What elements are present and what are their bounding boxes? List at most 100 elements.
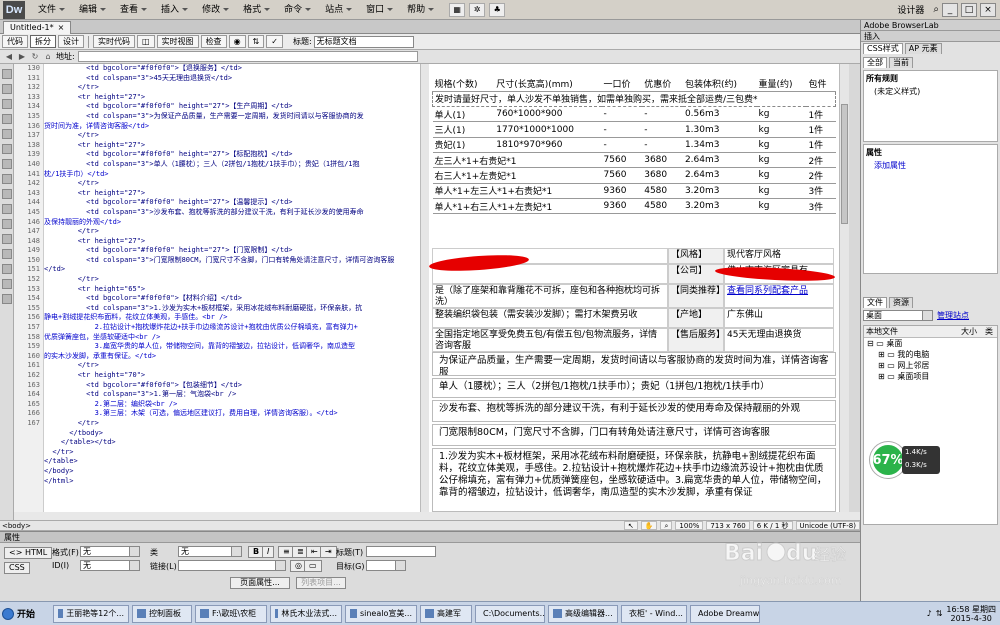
code-line[interactable]: 2.第二层：编织袋<br /> <box>44 400 420 410</box>
taskbar-item[interactable]: Adobe Dreamw... <box>690 604 760 623</box>
code-line[interactable]: <tr height="27"> <box>44 141 420 151</box>
class-select[interactable]: 无 <box>178 546 242 557</box>
move-css-icon[interactable] <box>2 249 12 259</box>
code-line[interactable]: <td colspan="3">沙发布套、抱枕等拆洗的部分建议干洗，有利于延长沙… <box>44 208 420 218</box>
menu-site[interactable]: 站点 <box>318 0 359 20</box>
taskbar-item[interactable]: 衣柜' - Wind... <box>621 604 687 623</box>
code-line[interactable]: <td colspan="3">45天无理由退换货</td> <box>44 74 420 84</box>
code-line[interactable]: <td colspan="3">1.沙发为实木+板材框架，采用冰花绒布料耐磨硬挺… <box>44 304 420 314</box>
code-line[interactable]: <td colspan="3">门宽限制80CM，门宽尺寸不含脚，门口有转角处请… <box>44 256 420 266</box>
tag-selector[interactable]: <body> <box>2 522 31 530</box>
word-wrap-icon[interactable] <box>2 174 12 184</box>
code-line[interactable]: 3.扁宽华贵的单人位，带储物空间，靠背的褶皱边，拉钻设计，低调奢华，南瓜造型 <box>44 342 420 352</box>
tab-ap-elements[interactable]: AP 元素 <box>904 43 942 54</box>
close-button[interactable]: × <box>980 2 996 17</box>
code-line[interactable]: </tbody> <box>44 429 420 439</box>
home-icon[interactable]: ⌂ <box>43 52 53 62</box>
minimize-button[interactable]: _ <box>942 2 958 17</box>
code-line[interactable]: <tr height="65"> <box>44 285 420 295</box>
network-icon[interactable]: ⇅ <box>936 609 943 618</box>
code-line[interactable]: <td bgcolor="#f0f0f0" height="27">【标配抱枕】… <box>44 150 420 160</box>
layout-icon[interactable]: ▦ <box>449 2 466 17</box>
taskbar-item[interactable]: 王丽艳等12个... <box>53 604 129 623</box>
site-icon[interactable]: ♣ <box>489 2 506 17</box>
expand-all-icon[interactable] <box>2 99 12 109</box>
tree-item-my-computer[interactable]: ⊞ ▭ 我的电脑 <box>864 349 997 360</box>
address-input[interactable] <box>77 51 418 62</box>
code-line[interactable]: <td bgcolor="#f0f0f0" height="27">【温馨提示】… <box>44 198 420 208</box>
tab-current[interactable]: 当前 <box>889 57 913 68</box>
scrollbar-thumb[interactable] <box>841 104 848 224</box>
file-manage-icon[interactable]: ⇅ <box>247 35 265 48</box>
css-mode-button[interactable]: CSS <box>4 562 30 574</box>
code-line[interactable]: <td colspan="3">1.第一层：气泡袋<br /> <box>44 390 420 400</box>
tree-item-network[interactable]: ⊞ ▭ 网上邻居 <box>864 360 997 371</box>
menu-format[interactable]: 格式 <box>236 0 277 20</box>
format-select[interactable]: 无 <box>80 546 140 557</box>
code-line[interactable]: 静电+割绒提花织布面料，花纹立体美观，手感佳。<br /> <box>44 313 420 323</box>
menu-commands[interactable]: 命令 <box>277 0 318 20</box>
size-header[interactable]: 大小 <box>961 326 985 337</box>
volume-icon[interactable]: ♪ <box>927 609 932 618</box>
code-line[interactable]: <tr height="27"> <box>44 189 420 199</box>
code-line[interactable]: <td colspan="3">单人（1腰枕）；三人（2拼包/1抱枕/1扶手巾）… <box>44 160 420 170</box>
indent-icon[interactable] <box>2 264 12 274</box>
code-line[interactable]: </tr> <box>44 131 420 141</box>
design-scrollbar[interactable] <box>839 64 849 512</box>
network-gauge[interactable]: 67% <box>870 442 906 478</box>
code-line[interactable]: 货时间为准，详情咨询客服</td> <box>44 122 420 132</box>
taskbar-item[interactable]: 控制面板 <box>132 604 192 623</box>
code-line[interactable]: </html> <box>44 477 420 487</box>
title-input[interactable]: 无标题文档 <box>313 35 414 48</box>
start-button[interactable]: 开始 <box>2 604 50 624</box>
local-files-header[interactable]: 本地文件 <box>864 326 961 337</box>
files-tree[interactable]: 本地文件 大小 类 ⊟ ▭ 桌面 ⊞ ▭ 我的电脑 ⊞ ▭ 网上邻居 ⊞ ▭ 桌… <box>863 325 998 525</box>
line-numbers-icon[interactable] <box>2 129 12 139</box>
maximize-button[interactable]: □ <box>961 2 977 17</box>
wrap-tag-icon[interactable] <box>2 219 12 229</box>
search-icon[interactable]: ⌕ <box>933 4 939 15</box>
menu-edit[interactable]: 编辑 <box>72 0 113 20</box>
tab-assets[interactable]: 资源 <box>889 297 913 308</box>
code-line[interactable]: </table></td> <box>44 438 420 448</box>
code-line[interactable]: </tr> <box>44 361 420 371</box>
code-line[interactable]: <td bgcolor="#f0f0f0">【材料介绍】</td> <box>44 294 420 304</box>
code-view-button[interactable]: 代码 <box>2 35 28 48</box>
refresh-icon[interactable]: ◫ <box>137 35 155 48</box>
split-view-button[interactable]: 拆分 <box>30 35 56 48</box>
taskbar-item[interactable]: C:\Documents... <box>475 604 545 623</box>
menu-help[interactable]: 帮助 <box>400 0 441 20</box>
taskbar-item[interactable]: sinealo宣美... <box>345 604 417 623</box>
html-mode-button[interactable]: <> HTML <box>4 547 53 559</box>
hand-tool-icon[interactable]: ✋ <box>640 521 658 530</box>
live-code-button[interactable]: 实时代码 <box>93 35 135 48</box>
syntax-error-icon[interactable] <box>2 159 12 169</box>
document-tab[interactable]: Untitled-1* × <box>3 21 72 34</box>
workspace-switcher[interactable]: 设计器 <box>891 3 930 16</box>
design-view[interactable]: 规格(个数) 尺寸(长宽高)(mm) 一口价 优惠价 包装体积(约) 重量(约)… <box>429 64 839 512</box>
design-view-button[interactable]: 设计 <box>58 35 84 48</box>
format-source-icon[interactable] <box>2 294 12 304</box>
code-line[interactable]: </body> <box>44 467 420 477</box>
code-line[interactable]: </tr> <box>44 83 420 93</box>
target-select[interactable] <box>366 560 406 571</box>
menu-window[interactable]: 窗口 <box>359 0 400 20</box>
link-input[interactable] <box>178 560 286 571</box>
css-rules-list[interactable]: 所有规则 (未定义样式) <box>863 70 998 142</box>
reload-icon[interactable]: ↻ <box>30 52 40 62</box>
taskbar-item[interactable]: 高建军 <box>420 604 472 623</box>
code-line[interactable]: </table> <box>44 457 420 467</box>
code-line[interactable]: 2.拉钻设计+抱枕爆炸花边+扶手巾边缘流苏设计+抱枕由优质公仔棉填充，富有弹力+ <box>44 323 420 333</box>
select-tool-icon[interactable]: ↖ <box>623 521 638 530</box>
taskbar-item[interactable]: 林氏木业法式... <box>270 604 342 623</box>
title-attr-input[interactable] <box>366 546 436 557</box>
preview-icon[interactable]: ◉ <box>228 35 246 48</box>
code-line[interactable]: </tr> <box>44 419 420 429</box>
code-line[interactable]: <td colspan="3">为保证产品质量，生产需要一定周期，发货时间请以与… <box>44 112 420 122</box>
id-select[interactable]: 无 <box>80 560 140 571</box>
menu-modify[interactable]: 修改 <box>195 0 236 20</box>
code-line[interactable]: </tr> <box>44 179 420 189</box>
code-line[interactable]: 的实木沙发脚，承重有保证。</td> <box>44 352 420 362</box>
collapse-tag-icon[interactable] <box>2 84 12 94</box>
recent-snippets-icon[interactable] <box>2 234 12 244</box>
